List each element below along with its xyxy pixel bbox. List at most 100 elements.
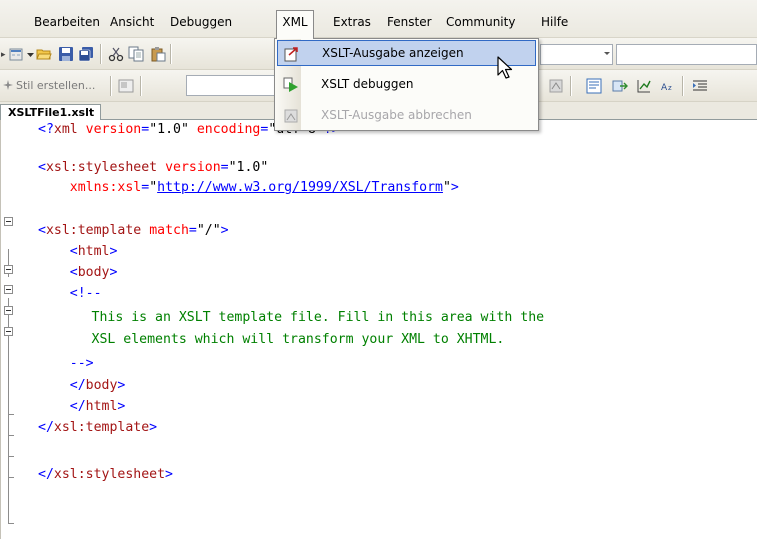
menu-xml[interactable]: XML — [276, 10, 314, 39]
code-token: = — [220, 160, 229, 175]
toolbar-separator — [110, 76, 111, 96]
code-token: > — [109, 265, 118, 280]
code-token: version — [165, 160, 221, 175]
code-line: This is an XSLT template file. Fill in t… — [28, 308, 757, 328]
code-token: xsl:template — [45, 223, 142, 238]
create-style-button[interactable]: Stil erstellen... — [16, 79, 95, 92]
save-all-icon[interactable] — [78, 46, 94, 62]
code-line: </xsl:template> — [38, 418, 757, 438]
toolbar-separator — [140, 76, 141, 96]
menu-item-label: XSLT debuggen — [321, 77, 414, 91]
code-token: body — [77, 265, 110, 280]
code-line: XSL elements which will transform your X… — [28, 330, 757, 350]
menu-item-label: XSLT-Ausgabe abbrechen — [321, 108, 472, 122]
code-token: <!-- — [69, 286, 102, 301]
code-token: </ — [69, 399, 86, 414]
menu-bearbeiten[interactable]: Bearbeiten — [32, 13, 102, 31]
collapse-template-toggle[interactable] — [4, 265, 13, 274]
code-line: </xsl:stylesheet> — [38, 465, 757, 485]
indent-icon[interactable] — [692, 78, 708, 94]
code-editor[interactable]: <?xml version="1.0" encoding="utf-8"?><x… — [0, 120, 757, 539]
menu-debuggen[interactable]: Debuggen — [168, 13, 234, 31]
toolbar-separator — [570, 76, 571, 96]
code-token: body — [85, 378, 118, 393]
code-token: > — [109, 244, 118, 259]
code-token: = — [188, 223, 197, 238]
menu-bar: Bearbeiten Ansicht Debuggen XML Extras F… — [0, 0, 757, 39]
xsl-disabled-icon — [549, 79, 563, 93]
dropdown-arrow-icon[interactable] — [27, 53, 34, 58]
code-token: "/" — [196, 223, 221, 238]
code-line: </html> — [38, 397, 757, 417]
code-token: version — [85, 122, 142, 137]
namespace-link[interactable]: http://www.w3.org/1999/XSL/Transform — [157, 180, 443, 195]
xslt-debug-icon — [283, 77, 298, 92]
xslt-cancel-icon — [284, 109, 298, 123]
code-token: < — [38, 160, 46, 175]
code-token: " — [149, 180, 158, 195]
paste-icon[interactable] — [150, 46, 166, 62]
code-token: > — [165, 467, 173, 482]
collapse-stylesheet-toggle[interactable] — [4, 217, 13, 226]
code-token: = — [141, 122, 150, 137]
text-format-icon[interactable]: Az — [660, 78, 676, 94]
menu-hilfe[interactable]: Hilfe — [539, 13, 570, 31]
code-line: --> — [38, 354, 757, 374]
code-line: <html> — [38, 242, 757, 262]
target-rule-combo[interactable] — [186, 75, 278, 96]
code-line: </body> — [38, 376, 757, 396]
code-token: XSL elements which will transform your X… — [28, 332, 505, 347]
toolbar-separator — [170, 44, 171, 64]
code-token: < — [69, 244, 78, 259]
code-line: <xsl:stylesheet version="1.0" — [38, 158, 757, 178]
menu-fenster[interactable]: Fenster — [385, 13, 434, 31]
code-line: <body> — [38, 263, 757, 283]
code-token: html — [85, 399, 118, 414]
style-application-icon[interactable] — [118, 78, 134, 94]
schema-icon[interactable] — [586, 78, 602, 94]
code-token: This is an XSLT template file. Fill in t… — [28, 310, 545, 325]
toolbar-grip-icon: ▸ — [1, 50, 6, 60]
mouse-cursor-icon — [497, 56, 513, 79]
xpath-icon[interactable] — [636, 78, 652, 94]
debug-attach-icon[interactable] — [612, 78, 628, 94]
code-token: xsl:stylesheet — [45, 160, 158, 175]
code-token: <? — [38, 122, 54, 137]
code-token: xsl:stylesheet — [53, 467, 166, 482]
menu-item-cancel-xslt-output: XSLT-Ausgabe abbrechen — [277, 103, 536, 129]
menu-community[interactable]: Community — [444, 13, 517, 31]
copy-icon[interactable] — [128, 46, 144, 62]
code-token: = — [141, 180, 150, 195]
cut-icon[interactable] — [108, 46, 124, 62]
code-token: </ — [69, 378, 86, 393]
find-combo[interactable] — [616, 44, 757, 65]
fold-end-marker — [8, 414, 14, 415]
save-icon[interactable] — [58, 46, 74, 62]
menu-ansicht[interactable]: Ansicht — [108, 13, 156, 31]
document-tab[interactable]: XSLTFile1.xslt — [0, 104, 102, 121]
open-folder-icon[interactable] — [36, 46, 52, 62]
code-token: html — [77, 244, 110, 259]
collapse-html-toggle[interactable] — [4, 285, 13, 294]
code-token: "1.0" — [149, 122, 189, 137]
code-token: </ — [38, 420, 54, 435]
code-token: > — [117, 399, 126, 414]
fold-end-marker — [8, 477, 14, 478]
code-line: <xsl:template match="/"> — [38, 221, 757, 241]
code-token: --> — [69, 356, 94, 371]
menu-item-label: XSLT-Ausgabe anzeigen — [322, 46, 464, 60]
menu-extras[interactable]: Extras — [331, 13, 373, 31]
collapse-comment-toggle[interactable] — [4, 327, 13, 336]
fold-end-marker — [8, 435, 14, 436]
code-token: xmlns:xsl — [69, 180, 142, 195]
code-token: < — [38, 223, 46, 238]
xslt-output-icon — [284, 47, 298, 62]
solution-config-combo[interactable] — [540, 44, 613, 65]
new-project-icon[interactable] — [8, 46, 24, 62]
collapse-body-toggle[interactable] — [4, 306, 13, 315]
